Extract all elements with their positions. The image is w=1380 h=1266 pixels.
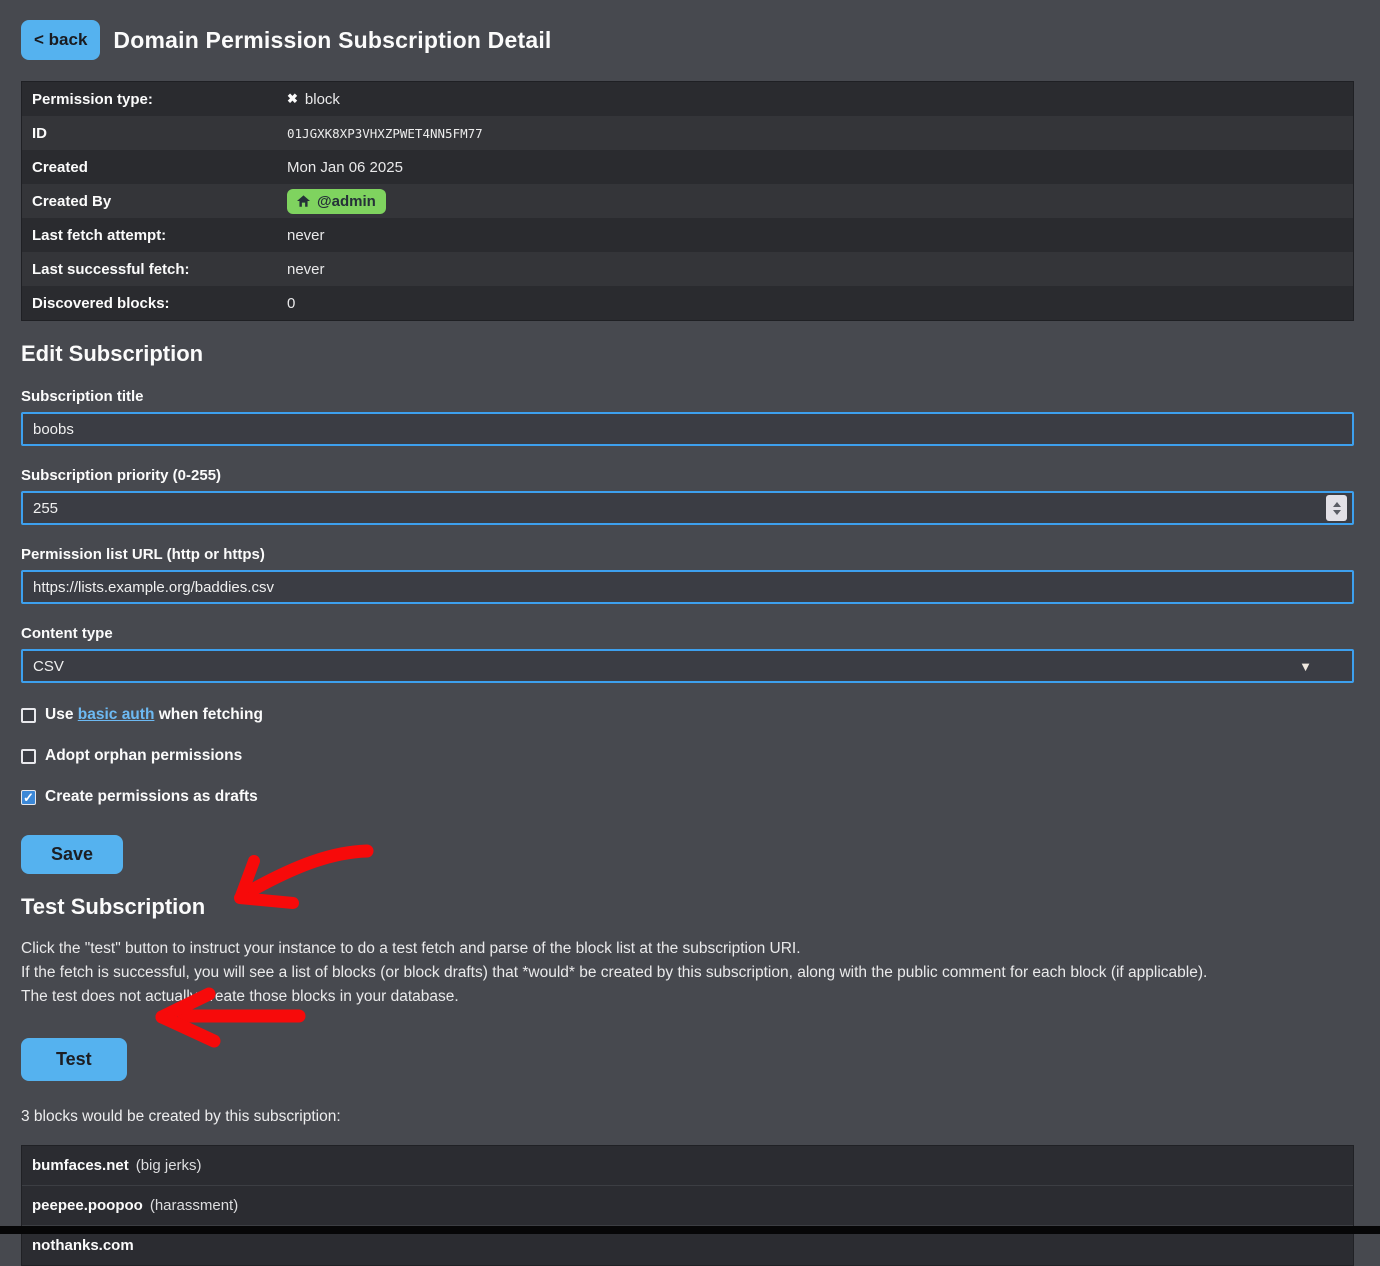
content-type-select[interactable]: CSV ▼ bbox=[21, 649, 1354, 683]
block-list: bumfaces.net (big jerks) peepee.poopoo (… bbox=[21, 1145, 1354, 1266]
permission-list-url-label: Permission list URL (http or https) bbox=[21, 546, 1354, 563]
table-row: Last successful fetch: never bbox=[22, 252, 1353, 286]
row-label: Discovered blocks: bbox=[22, 295, 287, 312]
description-line: Click the "test" button to instruct your… bbox=[21, 937, 1354, 961]
subscription-title-input[interactable] bbox=[21, 412, 1354, 446]
basic-auth-checkbox[interactable] bbox=[21, 708, 36, 723]
list-item: peepee.poopoo (harassment) bbox=[22, 1186, 1353, 1226]
row-label: Created By bbox=[22, 193, 287, 210]
row-label: Permission type: bbox=[22, 91, 287, 108]
subscription-detail-table: Permission type: ✖ block ID 01JGXK8XP3VH… bbox=[21, 81, 1354, 321]
id-value: 01JGXK8XP3VHXZPWET4NN5FM77 bbox=[287, 126, 483, 141]
checkbox-label: Use basic auth when fetching bbox=[45, 706, 263, 724]
block-comment: (harassment) bbox=[150, 1197, 238, 1214]
block-domain: peepee.poopoo bbox=[32, 1197, 143, 1214]
last-fetch-attempt-value: never bbox=[287, 227, 325, 244]
stepper-down-icon[interactable] bbox=[1333, 510, 1341, 515]
created-by-badge[interactable]: @admin bbox=[287, 189, 386, 214]
block-x-icon: ✖ bbox=[287, 91, 298, 107]
permission-list-url-input[interactable] bbox=[21, 570, 1354, 604]
table-row: Permission type: ✖ block bbox=[22, 82, 1353, 116]
stepper-up-icon[interactable] bbox=[1333, 502, 1341, 507]
number-stepper[interactable] bbox=[1326, 495, 1347, 521]
subscription-priority-label: Subscription priority (0-255) bbox=[21, 467, 1354, 484]
description-line: The test does not actually create those … bbox=[21, 985, 1354, 1009]
last-successful-fetch-value: never bbox=[287, 261, 325, 278]
back-button[interactable]: < back bbox=[21, 20, 100, 60]
content-type-selected-value: CSV bbox=[33, 658, 64, 675]
block-domain: bumfaces.net bbox=[32, 1157, 129, 1174]
test-button[interactable]: Test bbox=[21, 1038, 127, 1081]
drafts-check-row: Create permissions as drafts bbox=[21, 788, 1354, 806]
discovered-blocks-value: 0 bbox=[287, 295, 295, 312]
description-line: If the fetch is successful, you will see… bbox=[21, 961, 1354, 985]
subscription-priority-input[interactable] bbox=[21, 491, 1354, 525]
row-label: Last successful fetch: bbox=[22, 261, 287, 278]
page: < back Domain Permission Subscription De… bbox=[0, 0, 1380, 1266]
edit-subscription-heading: Edit Subscription bbox=[21, 341, 1354, 367]
table-row: Created Mon Jan 06 2025 bbox=[22, 150, 1353, 184]
header: < back Domain Permission Subscription De… bbox=[21, 20, 1354, 60]
label-prefix: Use bbox=[45, 706, 78, 723]
row-label: Last fetch attempt: bbox=[22, 227, 287, 244]
created-by-username: @admin bbox=[317, 193, 376, 210]
test-description: Click the "test" button to instruct your… bbox=[21, 937, 1354, 1009]
basic-auth-check-row: Use basic auth when fetching bbox=[21, 706, 1354, 724]
permission-type-value: block bbox=[305, 91, 340, 108]
table-row: Created By @admin bbox=[22, 184, 1353, 218]
list-item: bumfaces.net (big jerks) bbox=[22, 1146, 1353, 1186]
block-comment: (big jerks) bbox=[136, 1157, 202, 1174]
table-row: ID 01JGXK8XP3VHXZPWET4NN5FM77 bbox=[22, 116, 1353, 150]
checkbox-label: Adopt orphan permissions bbox=[45, 747, 242, 765]
row-label: Created bbox=[22, 159, 287, 176]
adopt-orphans-checkbox[interactable] bbox=[21, 749, 36, 764]
page-title: Domain Permission Subscription Detail bbox=[113, 27, 551, 54]
created-value: Mon Jan 06 2025 bbox=[287, 159, 403, 176]
save-button[interactable]: Save bbox=[21, 835, 123, 874]
table-row: Last fetch attempt: never bbox=[22, 218, 1353, 252]
test-result-text: 3 blocks would be created by this subscr… bbox=[21, 1108, 1354, 1126]
row-label: ID bbox=[22, 125, 287, 142]
basic-auth-link[interactable]: basic auth bbox=[78, 706, 155, 723]
adopt-orphans-check-row: Adopt orphan permissions bbox=[21, 747, 1354, 765]
content-type-label: Content type bbox=[21, 625, 1354, 642]
test-subscription-heading: Test Subscription bbox=[21, 894, 1354, 920]
row-value: @admin bbox=[287, 189, 386, 214]
window-bottom-edge bbox=[0, 1226, 1380, 1234]
label-suffix: when fetching bbox=[154, 706, 263, 723]
subscription-title-label: Subscription title bbox=[21, 388, 1354, 405]
home-icon bbox=[297, 195, 310, 207]
create-drafts-checkbox[interactable] bbox=[21, 790, 36, 805]
checkbox-label: Create permissions as drafts bbox=[45, 788, 258, 806]
row-value: ✖ block bbox=[287, 91, 340, 108]
table-row: Discovered blocks: 0 bbox=[22, 286, 1353, 320]
dropdown-arrow-icon: ▼ bbox=[1299, 659, 1312, 674]
block-domain: nothanks.com bbox=[32, 1237, 134, 1254]
